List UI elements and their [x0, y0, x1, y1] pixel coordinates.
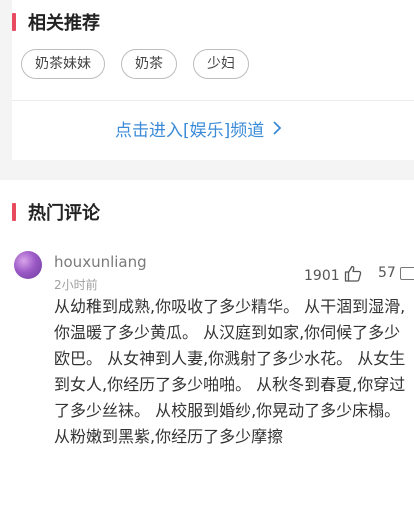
comment-time: 2小时前: [54, 278, 98, 292]
channel-link-text: 点击进入[娱乐]频道: [115, 121, 265, 141]
chevron-right-icon: [272, 117, 282, 141]
comment-username[interactable]: houxunliang: [54, 253, 147, 271]
channel-link[interactable]: 点击进入[娱乐]频道: [115, 116, 282, 141]
section-accent-bar: [12, 13, 16, 31]
hot-comments-card: 热门评论 houxunliang 2小时前 1901 57 从幼稚到成熟,你吸收…: [0, 180, 414, 505]
tag-item[interactable]: 奶茶: [121, 49, 177, 79]
related-title-text: 相关推荐: [28, 13, 100, 34]
comment-text: 从幼稚到成熟,你吸收了多少精华。 从干涸到湿滑,你温暖了多少黄瓜。 从汉庭到如家…: [54, 297, 406, 446]
divider: [12, 100, 414, 101]
hot-comments-title: 热门评论: [12, 199, 100, 225]
like-button[interactable]: 1901: [304, 265, 362, 286]
tag-item[interactable]: 少妇: [193, 49, 249, 79]
avatar[interactable]: [14, 251, 42, 279]
reply-button[interactable]: 57: [378, 265, 414, 281]
related-tags: 奶茶妹妹 奶茶 少妇: [21, 49, 265, 79]
thumb-up-icon: [340, 265, 362, 286]
reply-count: 57: [378, 265, 396, 281]
tag-item[interactable]: 奶茶妹妹: [21, 49, 105, 79]
related-section-title: 相关推荐: [12, 9, 100, 35]
like-count: 1901: [304, 267, 340, 284]
comment-icon: [399, 266, 414, 280]
section-accent-bar: [12, 203, 16, 221]
hot-comments-title-text: 热门评论: [28, 203, 100, 224]
